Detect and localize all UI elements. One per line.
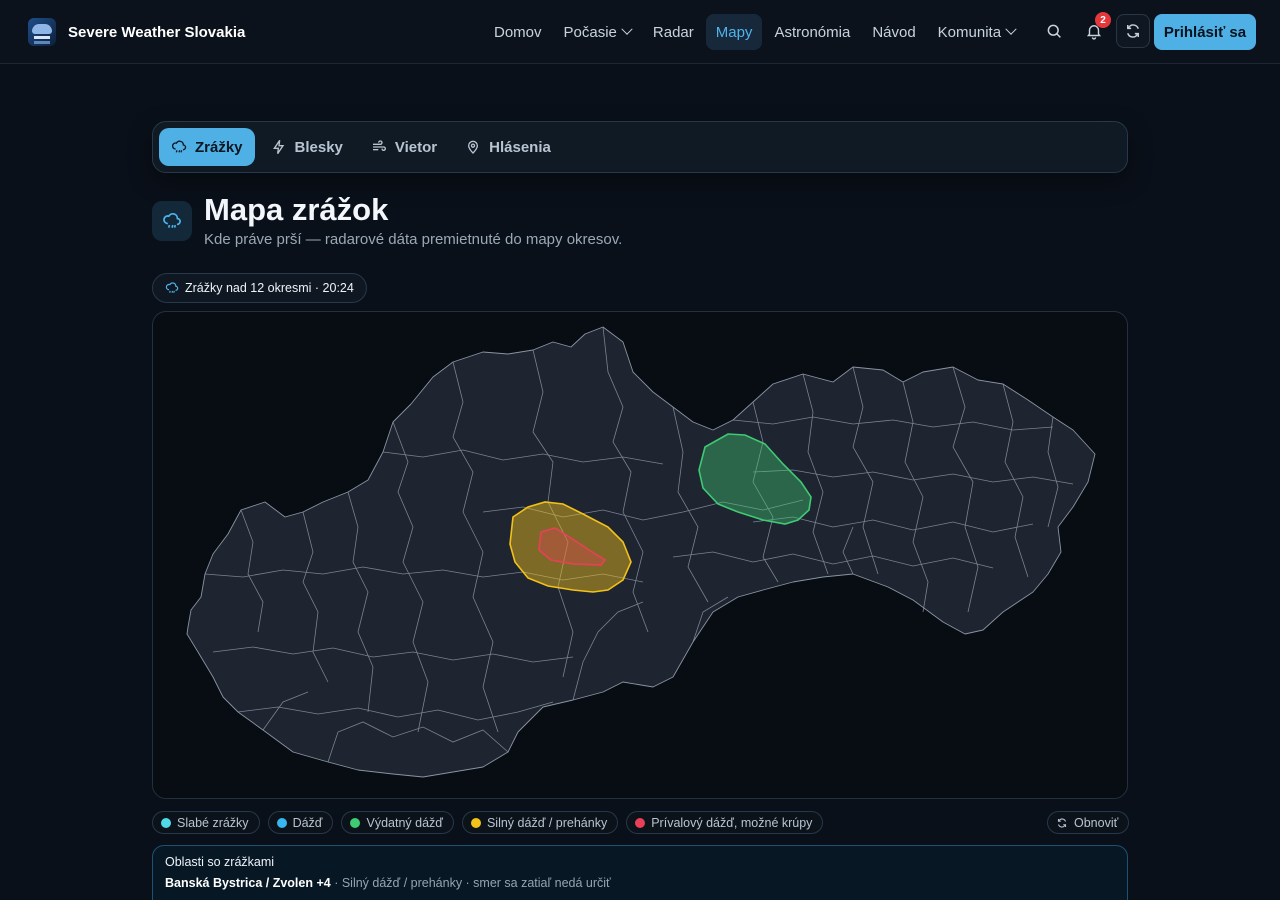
nav-label: Radar <box>652 23 694 41</box>
lightning-icon <box>272 139 284 155</box>
legend-color-dot <box>161 817 171 828</box>
status-text: Zrážky nad 12 okresmi · 20:24 <box>185 281 354 295</box>
chevron-down-icon <box>621 23 633 35</box>
areas-title: Oblasti so zrážkami <box>165 855 275 869</box>
legend-item: Silný dážď / prehánky <box>461 811 619 834</box>
legend-label: Dážď <box>292 815 323 830</box>
nav-label: Počasie <box>563 23 617 41</box>
slovakia-district-map[interactable] <box>153 312 1128 799</box>
storm-logo-icon <box>28 18 56 46</box>
map-type-tabs: Zrážky Blesky Vietor Hlásenia <box>152 121 1128 173</box>
legend-item: Dážď <box>267 811 334 834</box>
nav-label: Domov <box>494 23 542 41</box>
rain-icon <box>165 282 179 293</box>
area-detail: · Silný dážď / prehánky · smer sa zatiaľ… <box>330 876 611 890</box>
nav-label: Komunita <box>937 23 1002 41</box>
tab-vietor[interactable]: Vietor <box>359 128 449 166</box>
slovakia-outline <box>186 326 1096 778</box>
main-nav: Domov Počasie Radar Mapy Astronómia Návo… <box>484 14 1025 50</box>
page-subtitle: Kde práve prší — radarové dáta premietnu… <box>204 231 623 248</box>
tab-blesky[interactable]: Blesky <box>259 128 355 166</box>
nav-item-pocasie[interactable]: Počasie <box>554 14 641 50</box>
legend-color-dot <box>350 817 361 828</box>
legend-label: Prívalový dážď, možné krúpy <box>651 815 813 830</box>
chevron-down-icon <box>1005 23 1017 35</box>
nav-label: Astronómia <box>774 23 851 41</box>
map-pin-icon <box>468 140 479 154</box>
refresh-icon <box>1057 817 1067 828</box>
legend-item: Slabé zrážky <box>152 811 260 834</box>
tab-hlasenia[interactable]: Hlásenia <box>453 128 563 166</box>
legend-item: Prívalový dážď, možné krúpy <box>626 811 824 834</box>
area-name: Banská Bystrica / Zvolen +4 <box>165 876 331 890</box>
tab-label: Zrážky <box>195 138 243 156</box>
legend-color-dot <box>470 817 481 828</box>
brand[interactable]: Severe Weather Slovakia <box>28 18 245 46</box>
refresh-button[interactable] <box>1116 14 1150 48</box>
legend-label: Silný dážď / prehánky <box>486 815 608 830</box>
tab-zrazky[interactable]: Zrážky <box>159 128 255 166</box>
precipitation-map[interactable] <box>152 311 1128 799</box>
page-title: Mapa zrážok <box>204 192 389 227</box>
legend-label: Výdatný dážď <box>366 815 443 830</box>
precipitation-areas-panel: Oblasti so zrážkami Banská Bystrica / Zv… <box>152 845 1128 900</box>
nav-item-komunita[interactable]: Komunita <box>928 14 1025 50</box>
refresh-label: Obnoviť <box>1074 815 1119 830</box>
status-badge: Zrážky nad 12 okresmi · 20:24 <box>152 273 367 303</box>
tab-label: Hlásenia <box>489 138 551 156</box>
legend-color-dot <box>276 817 287 828</box>
brand-name: Severe Weather Slovakia <box>68 23 246 41</box>
tab-label: Vietor <box>394 138 438 156</box>
legend-label: Slabé zrážky <box>177 815 249 830</box>
top-navigation-bar: Severe Weather Slovakia Domov Počasie Ra… <box>0 0 1280 64</box>
legend-item: Výdatný dážď <box>341 811 454 834</box>
nav-item-astronomia[interactable]: Astronómia <box>764 14 860 50</box>
nav-item-navod[interactable]: Návod <box>862 14 925 50</box>
nav-item-mapy[interactable]: Mapy <box>705 14 763 50</box>
list-item[interactable]: Banská Bystrica / Zvolen +4 · Silný dážď… <box>165 876 1115 890</box>
refresh-map-button[interactable]: Obnoviť <box>1047 811 1130 834</box>
search-icon <box>1047 24 1061 38</box>
login-button[interactable]: Prihlásiť sa <box>1154 14 1256 50</box>
nav-label: Návod <box>872 23 916 41</box>
rain-icon <box>171 140 187 153</box>
wind-icon <box>372 140 386 151</box>
notifications-button[interactable]: 2 <box>1077 12 1111 48</box>
search-button[interactable] <box>1037 14 1071 48</box>
nav-item-radar[interactable]: Radar <box>643 14 704 50</box>
rain-icon <box>152 201 192 241</box>
notification-count-badge: 2 <box>1095 12 1111 28</box>
legend: Slabé zrážky Dážď Výdatný dážď Silný dáž… <box>152 811 824 834</box>
nav-label: Mapy <box>715 23 753 41</box>
nav-item-domov[interactable]: Domov <box>484 14 552 50</box>
legend-color-dot <box>635 817 646 828</box>
refresh-icon <box>1127 24 1139 38</box>
tab-label: Blesky <box>294 138 343 156</box>
